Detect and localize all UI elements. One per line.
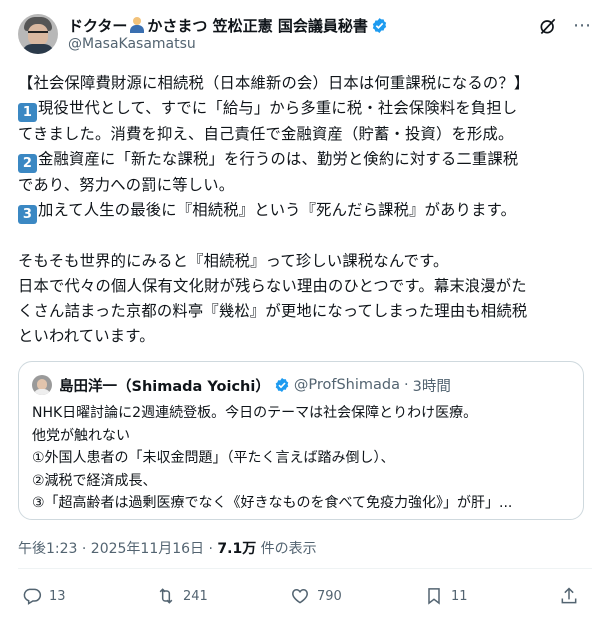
grok-icon[interactable]	[538, 16, 558, 36]
repost-icon	[159, 588, 173, 604]
tweet-line: であり、努力への罰に等しい。	[18, 176, 235, 194]
divider	[18, 568, 592, 569]
tweet-line: そもそも世界的にみると『相続税』って珍しい課税なんです。	[18, 252, 449, 270]
author-name-part2[interactable]: かさまつ 笠松正憲 国会議員秘書	[147, 15, 367, 36]
quoted-handle: @ProfShimada	[293, 377, 400, 393]
quoted-author-name: 島田洋一（Shimada Yoichi）	[59, 378, 270, 395]
tweet-timestamp[interactable]: 午後1:23 · 2025年11月16日 ·	[18, 541, 217, 557]
heart-icon	[292, 588, 308, 604]
tweet-line: 現役世代として、すでに「給与」から多重に税・社会保険料を負担し	[38, 99, 518, 117]
tweet-line: といわれています。	[18, 327, 155, 345]
bookmark-count: 11	[451, 588, 468, 604]
share-icon	[561, 587, 577, 604]
keycap-3-icon: 3	[18, 205, 37, 224]
quoted-header: 島田洋一（Shimada Yoichi） @ProfShimada · 3時間	[59, 374, 451, 396]
repost-button[interactable]: 241	[156, 583, 208, 609]
author-name-part1[interactable]: ドクター	[68, 15, 127, 36]
quoted-dot: ·	[403, 377, 409, 393]
verified-badge-icon	[275, 378, 289, 392]
more-options-icon[interactable]: ⋯	[572, 16, 592, 36]
quoted-line: ①外国人患者の「未収金問題」（平たく言えば踏み倒し）、	[32, 450, 395, 466]
author-name-row[interactable]: ドクター かさまつ 笠松正憲 国会議員秘書	[68, 14, 388, 36]
tweet-header: ドクター かさまつ 笠松正憲 国会議員秘書 @MasaKasamatsu ⋯	[18, 14, 592, 62]
reply-icon	[23, 588, 42, 605]
quoted-line: ②減税で経済成長、	[32, 472, 157, 489]
quoted-time: 3時間	[412, 378, 451, 395]
keycap-1-icon: 1	[18, 103, 37, 122]
tweet-line: くさん詰まった京都の料亭『幾松』が更地になってしまった理由も相続税	[18, 302, 528, 320]
repost-count: 241	[183, 588, 208, 604]
quoted-body: NHK日曜討論に2週連続登板。今日のテーマは社会保障とりわけ医療。 他党が触れな…	[32, 402, 572, 515]
share-button[interactable]	[559, 583, 586, 609]
technologist-emoji-icon	[129, 17, 145, 33]
quoted-tweet[interactable]: 島田洋一（Shimada Yoichi） @ProfShimada · 3時間 …	[18, 361, 584, 520]
tweet-line: 金融資産に「新たな課税」を行うのは、勤労と倹約に対する二重課税	[38, 150, 519, 168]
tweet-line: 【社会保障費財源に相続税（日本維新の会）日本は何重課税になるの？】	[18, 74, 530, 92]
reply-button[interactable]: 13	[22, 583, 66, 609]
view-count: 7.1万	[217, 541, 257, 557]
quoted-line: NHK日曜討論に2週連続登板。今日のテーマは社会保障とりわけ医療。	[32, 405, 478, 421]
like-count: 790	[317, 588, 342, 604]
bookmark-icon	[428, 588, 440, 605]
action-bar: 13 241 790 11	[18, 583, 592, 609]
views-label: 件の表示	[256, 541, 317, 557]
tweet-line: てきました。消費を抑え、自己責任で金融資産（貯蓄・投資）を形成。	[18, 125, 514, 143]
keycap-2-icon: 2	[18, 154, 37, 173]
author-avatar[interactable]	[18, 14, 58, 54]
quoted-author-avatar	[32, 375, 52, 395]
quoted-line: ③「超高齢者は過剰医療でなく《好きなものを食べて免疫力強化》」が肝」...	[32, 495, 513, 511]
tweet-line: 加えて人生の最後に『相続税』という『死んだら課税』があります。	[38, 201, 517, 219]
author-handle[interactable]: @MasaKasamatsu	[68, 36, 196, 52]
tweet-metadata: 午後1:23 · 2025年11月16日 · 7.1万 件の表示	[18, 538, 317, 558]
tweet-text: 【社会保障費財源に相続税（日本維新の会）日本は何重課税になるの？】 1 現役世代と…	[18, 71, 593, 349]
bookmark-button[interactable]: 11	[424, 583, 468, 609]
reply-count: 13	[49, 588, 66, 604]
quoted-line: 他党が触れない	[32, 427, 130, 444]
like-button[interactable]: 790	[290, 583, 342, 609]
verified-badge-icon	[372, 17, 387, 33]
tweet-line: 日本で代々の個人保有文化財が残らない理由のひとつです。幕末浪漫がた	[18, 277, 527, 295]
